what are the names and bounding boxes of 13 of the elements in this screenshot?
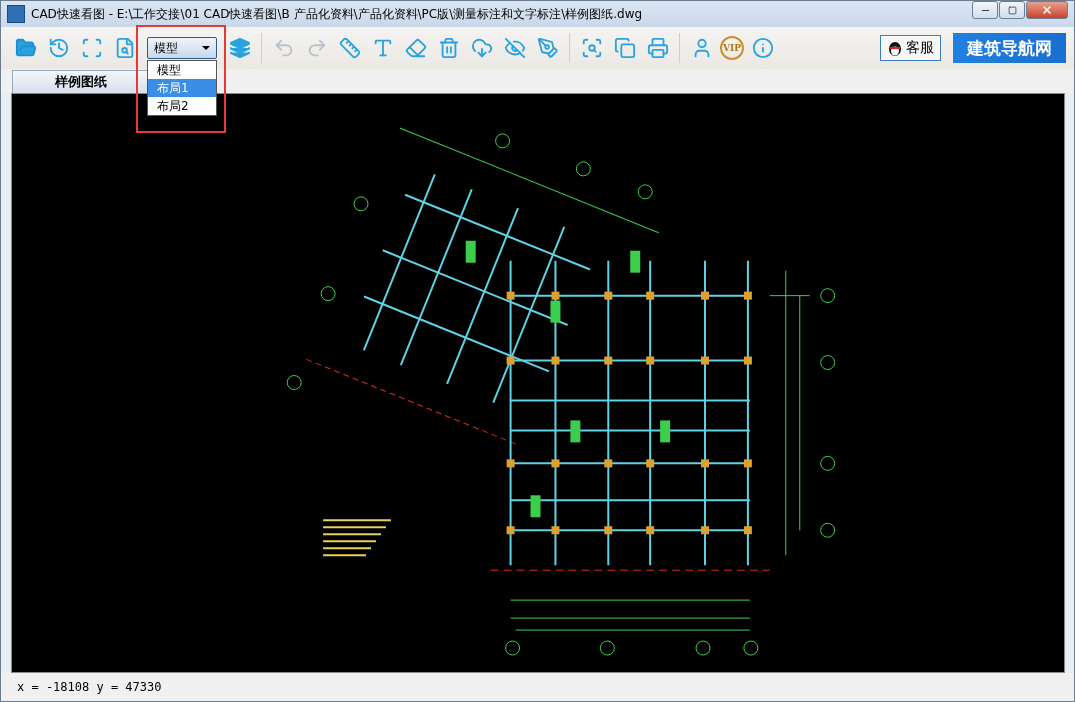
minimize-button[interactable] bbox=[972, 1, 998, 19]
close-button[interactable] bbox=[1026, 1, 1068, 19]
cursor-coordinates: x = -18108 y = 47330 bbox=[17, 680, 162, 694]
maximize-icon bbox=[1007, 5, 1017, 15]
app-icon bbox=[7, 5, 25, 23]
drawing-canvas[interactable] bbox=[11, 93, 1065, 673]
customer-service-button[interactable]: 客服 bbox=[880, 35, 941, 61]
maximize-button[interactable] bbox=[999, 1, 1025, 19]
drawing-tab[interactable]: 样例图纸 bbox=[12, 70, 149, 93]
layout-select[interactable]: 模型 bbox=[147, 37, 217, 59]
window-title: CAD快速看图 - E:\工作交接\01 CAD快速看图\B 产品化资料\产品化资料\PC版\测量标注和文字标注\样例图纸.dwg bbox=[31, 5, 644, 23]
site-banner[interactable]: 建筑导航网 bbox=[953, 33, 1066, 63]
close-icon bbox=[1041, 4, 1053, 16]
